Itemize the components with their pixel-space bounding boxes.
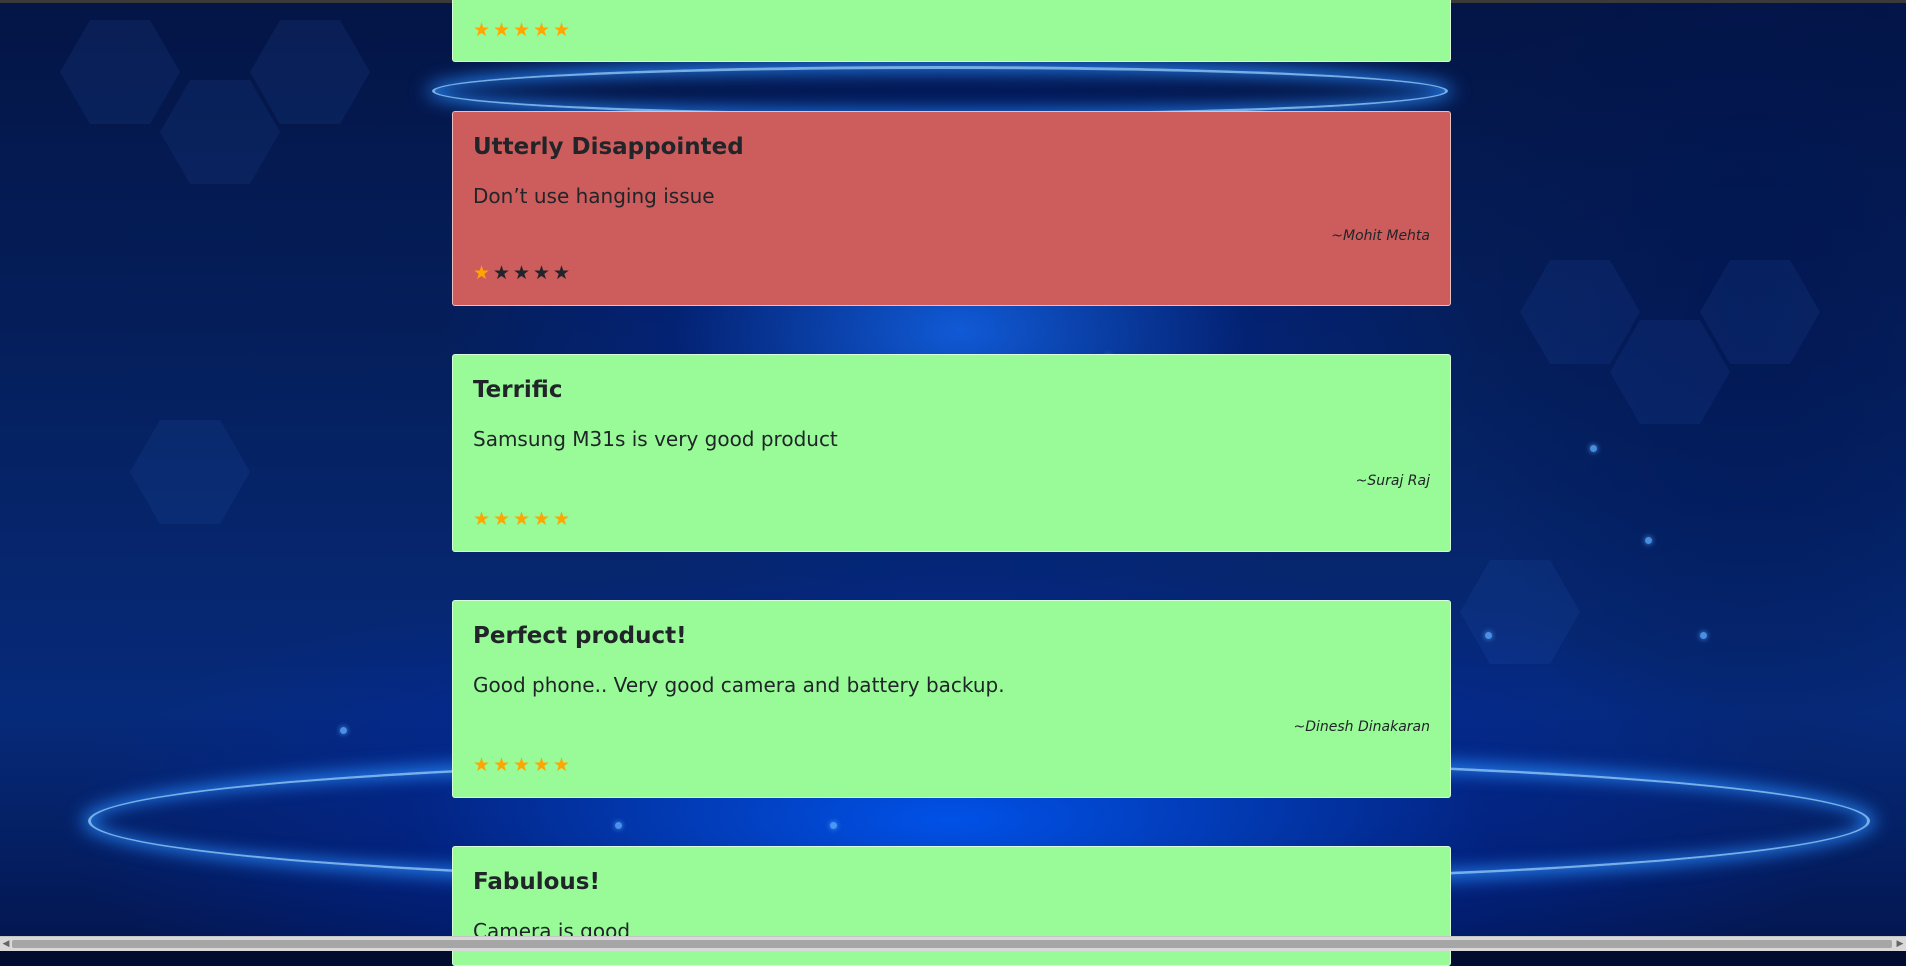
review-author: ~Mohit Mehta xyxy=(1331,228,1430,244)
hexagon-decoration xyxy=(60,20,180,124)
network-node-decoration xyxy=(1645,537,1652,544)
hexagon-decoration xyxy=(160,80,280,184)
hexagon-decoration xyxy=(250,20,370,124)
star-icon: ★ xyxy=(512,19,532,41)
review-title: Fabulous! xyxy=(473,869,600,895)
star-icon: ★ xyxy=(492,508,512,530)
star-icon: ★ xyxy=(532,754,552,776)
star-icon: ★ xyxy=(492,19,512,41)
hexagon-decoration xyxy=(1520,260,1640,364)
scrollbar-thumb[interactable] xyxy=(12,940,1892,948)
star-icon: ★ xyxy=(532,508,552,530)
star-icon: ★ xyxy=(472,754,492,776)
network-node-decoration xyxy=(1590,445,1597,452)
star-icon: ★ xyxy=(472,262,492,284)
star-rating: ★ ★ ★ ★ ★ xyxy=(472,262,572,284)
review-author: ~Suraj Raj xyxy=(1355,473,1430,489)
scroll-right-arrow-icon[interactable]: ▶ xyxy=(1894,937,1906,951)
network-node-decoration xyxy=(1700,632,1707,639)
review-title: Utterly Disappointed xyxy=(473,134,744,160)
review-card: Utterly Disappointed Don’t use hanging i… xyxy=(452,111,1451,306)
scroll-left-arrow-icon[interactable]: ◀ xyxy=(0,937,12,951)
hexagon-decoration xyxy=(1700,260,1820,364)
star-icon: ★ xyxy=(552,19,572,41)
star-icon: ★ xyxy=(512,262,532,284)
review-text: Don’t use hanging issue xyxy=(473,184,715,208)
star-icon: ★ xyxy=(552,754,572,776)
review-author: ~Dinesh Dinakaran xyxy=(1293,719,1430,735)
network-node-decoration xyxy=(340,727,347,734)
star-icon: ★ xyxy=(492,754,512,776)
star-rating: ★ ★ ★ ★ ★ xyxy=(472,19,572,41)
review-title: Perfect product! xyxy=(473,623,687,649)
glow-ring-decoration xyxy=(432,66,1448,116)
hexagon-decoration xyxy=(1460,560,1580,664)
review-card: Perfect product! Good phone.. Very good … xyxy=(452,600,1451,798)
star-icon: ★ xyxy=(552,508,572,530)
hexagon-decoration xyxy=(1610,320,1730,424)
star-icon: ★ xyxy=(492,262,512,284)
review-card: ★ ★ ★ ★ ★ xyxy=(452,0,1451,62)
review-text: Good phone.. Very good camera and batter… xyxy=(473,673,1005,697)
review-card: Terrific Samsung M31s is very good produ… xyxy=(452,354,1451,552)
star-icon: ★ xyxy=(532,262,552,284)
hexagon-decoration xyxy=(130,420,250,524)
horizontal-scrollbar[interactable]: ◀ ▶ xyxy=(0,936,1906,951)
network-node-decoration xyxy=(1485,632,1492,639)
star-icon: ★ xyxy=(552,262,572,284)
star-rating: ★ ★ ★ ★ ★ xyxy=(472,754,572,776)
review-text: Samsung M31s is very good product xyxy=(473,427,838,451)
star-rating: ★ ★ ★ ★ ★ xyxy=(472,508,572,530)
star-icon: ★ xyxy=(472,508,492,530)
star-icon: ★ xyxy=(512,508,532,530)
review-title: Terrific xyxy=(473,377,563,403)
star-icon: ★ xyxy=(512,754,532,776)
star-icon: ★ xyxy=(472,19,492,41)
star-icon: ★ xyxy=(532,19,552,41)
